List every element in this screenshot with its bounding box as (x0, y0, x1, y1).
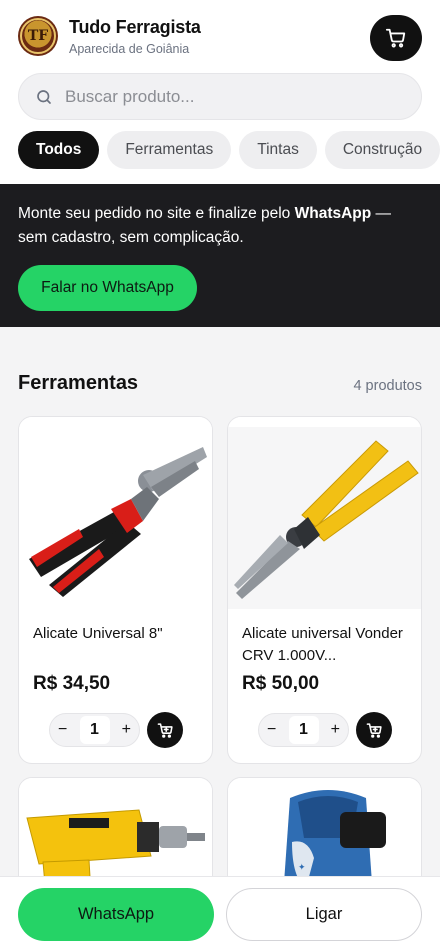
tab-ferramentas[interactable]: Ferramentas (107, 131, 232, 169)
increment-button[interactable]: + (122, 721, 131, 739)
category-tabs: Todos Ferramentas Tintas Construção (18, 131, 440, 169)
call-button[interactable]: Ligar (226, 888, 422, 941)
tab-todos[interactable]: Todos (18, 131, 100, 169)
increment-button[interactable]: + (331, 721, 340, 739)
quantity-value[interactable]: 1 (79, 716, 110, 744)
search-input[interactable] (65, 86, 395, 107)
store-city: Aparecida de Goiânia (69, 41, 190, 56)
quantity-stepper: − 1 + (49, 713, 140, 747)
add-to-cart-icon (157, 722, 173, 738)
shopping-cart-icon (385, 28, 406, 48)
product-price: R$ 50,00 (242, 673, 320, 694)
promo-banner: Monte seu pedido no site e finalize pelo… (0, 184, 440, 327)
pliers-red-image (19, 417, 212, 609)
whatsapp-button[interactable]: WhatsApp (18, 888, 214, 941)
store-name: Tudo Ferragista (69, 16, 201, 37)
product-name: Alicate universal Vonder CRV 1.000V... (242, 625, 403, 664)
search-icon (37, 89, 51, 104)
brand[interactable]: TF Tudo Ferragista Aparecida de Goiânia (18, 16, 201, 56)
add-to-cart-button[interactable] (147, 712, 183, 748)
add-to-cart-button[interactable] (356, 712, 392, 748)
pliers-yellow-image (228, 417, 421, 609)
section-title: Ferramentas (18, 372, 139, 394)
product-name: Alicate Universal 8" (33, 625, 163, 642)
bottom-action-bar: WhatsApp Ligar (0, 876, 440, 952)
svg-text:✦: ✦ (298, 862, 306, 872)
quantity-value[interactable]: 1 (288, 716, 319, 744)
cart-button[interactable] (370, 15, 422, 61)
app-header: TF Tudo Ferragista Aparecida de Goiânia … (0, 0, 440, 184)
tab-tintas[interactable]: Tintas (239, 131, 317, 169)
promo-text: Monte seu pedido no site e finalize pelo… (18, 205, 392, 246)
quantity-stepper: − 1 + (258, 713, 349, 747)
whatsapp-promo-button[interactable]: Falar no WhatsApp (18, 265, 197, 311)
decrement-button[interactable]: − (267, 721, 276, 739)
store-logo: TF (18, 16, 58, 56)
product-price: R$ 34,50 (33, 673, 111, 694)
add-to-cart-icon (366, 722, 382, 738)
product-card[interactable]: Alicate universal Vonder CRV 1.000V... R… (227, 416, 422, 764)
tab-construcao[interactable]: Construção (324, 131, 440, 169)
product-count: 4 produtos (353, 378, 422, 394)
decrement-button[interactable]: − (58, 721, 67, 739)
product-card[interactable]: Alicate Universal 8" R$ 34,50 − 1 + (18, 416, 213, 764)
search-bar[interactable] (18, 73, 422, 120)
